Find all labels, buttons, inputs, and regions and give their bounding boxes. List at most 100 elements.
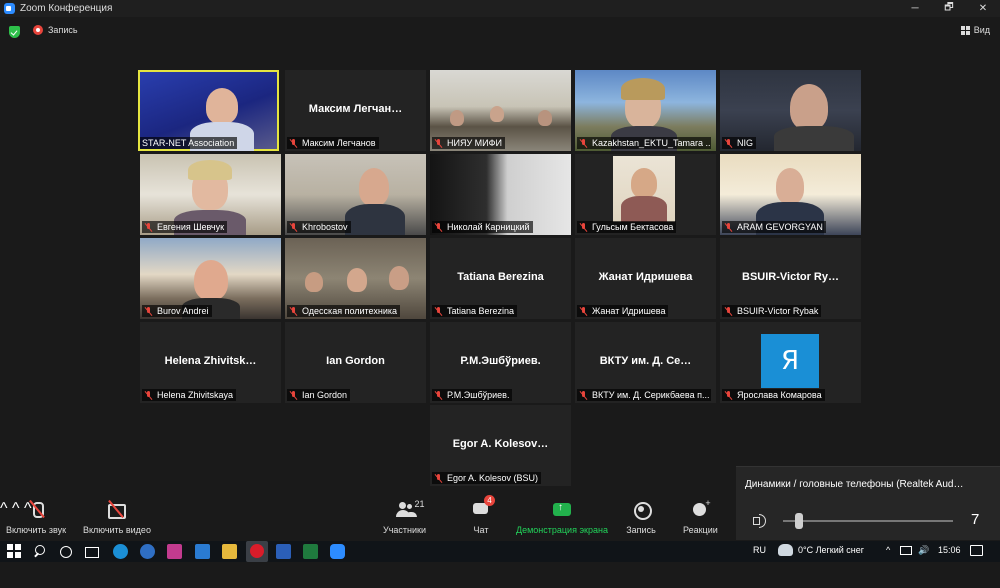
video-tile-niyau[interactable]: НИЯУ МИФИ	[430, 70, 571, 151]
notifications-icon[interactable]	[970, 545, 983, 556]
video-tile-maksim[interactable]: Максим Легчан… Максим Легчанов	[285, 70, 426, 151]
cortana-icon[interactable]	[58, 544, 73, 559]
mic-muted-icon	[434, 138, 443, 148]
video-tile-kazakhstan[interactable]: Kazakhstan_EKTU_Tamara ...	[575, 70, 716, 151]
mic-muted-icon	[289, 306, 298, 316]
share-screen-button[interactable]: Демонстрация экрана	[516, 500, 608, 535]
video-tile-zhivitskaya[interactable]: Helena Zhivitsk… Helena Zhivitskaya	[140, 322, 281, 403]
chat-unread-badge: 4	[484, 495, 495, 506]
record-button[interactable]: Запись	[626, 500, 656, 535]
unmute-button[interactable]: Включить звук	[6, 500, 66, 535]
security-shield-icon[interactable]	[9, 26, 20, 38]
tile-name-label: Kazakhstan_EKTU_Tamara ...	[577, 137, 711, 149]
input-language-indicator[interactable]: RU	[753, 545, 766, 555]
chat-button[interactable]: 4 Чат	[466, 495, 496, 535]
participant-face	[790, 84, 828, 130]
audio-device-name[interactable]: Динамики / головные телефоны (Realtek Au…	[745, 479, 963, 490]
recording-indicator[interactable]: Запись	[33, 25, 78, 35]
video-tile-burov[interactable]: Burov Andrei	[140, 238, 281, 319]
video-tile-komarova[interactable]: Я Ярослава Комарова	[720, 322, 861, 403]
video-tile-aram[interactable]: ARAM GEVORGYAN	[720, 154, 861, 235]
tile-name-label: Р.М.Эшбўриев.	[432, 389, 513, 401]
participants-count: 21	[414, 499, 425, 509]
weather-text[interactable]: 0°C Легкий снег	[798, 545, 864, 555]
video-tile-idrisheva[interactable]: Жанат Идришева Жанат Идришева	[575, 238, 716, 319]
volume-icon[interactable]: 🔊	[918, 545, 929, 556]
video-tile-khrobostov[interactable]: Khrobostov	[285, 154, 426, 235]
participant-face	[359, 168, 389, 206]
minimize-button[interactable]: ─	[898, 0, 932, 17]
tile-big-name: Egor A. Kolesov…	[452, 438, 549, 450]
tile-name-label: STAR-NET Association	[140, 137, 238, 149]
tray-overflow-chevron-icon[interactable]: ^	[886, 545, 890, 555]
participants-button[interactable]: 21 Участники	[383, 499, 426, 535]
start-video-button[interactable]: Включить видео	[83, 500, 151, 535]
video-tile-bektasova[interactable]: Гульсым Бектасова	[575, 154, 716, 235]
video-tile-star-net[interactable]: STAR-NET Association	[138, 70, 279, 151]
mic-muted-icon	[434, 222, 443, 232]
tile-name-label: ARAM GEVORGYAN	[722, 221, 826, 233]
mic-muted-icon	[724, 306, 733, 316]
view-label: Вид	[973, 25, 990, 35]
edge-browser-icon[interactable]	[113, 544, 128, 559]
video-tile-nig[interactable]: NIG	[720, 70, 861, 151]
mic-muted-icon	[434, 473, 443, 483]
participant-face	[631, 168, 657, 198]
camera-off-icon	[102, 500, 132, 520]
tile-name-label: Tatiana Berezina	[432, 305, 518, 317]
video-tile-eshburiev[interactable]: Р.М.Эшбўриев. Р.М.Эшбўриев.	[430, 322, 571, 403]
mic-muted-icon	[579, 306, 588, 316]
close-button[interactable]: ✕	[966, 0, 1000, 17]
internet-explorer-icon[interactable]	[140, 544, 155, 559]
unmute-label: Включить звук	[6, 525, 67, 535]
view-button[interactable]: Вид	[960, 25, 990, 35]
participant-body	[774, 126, 854, 151]
tile-name-label: Khrobostov	[287, 221, 351, 233]
search-icon[interactable]	[33, 544, 48, 559]
participant-face	[490, 106, 504, 122]
reactions-button[interactable]: Реакции	[683, 498, 718, 535]
mic-muted-icon	[724, 222, 733, 232]
share-screen-icon	[547, 500, 577, 520]
tile-name-label: Одесская политехника	[287, 305, 401, 317]
tile-big-name: Ian Gordon	[326, 355, 385, 367]
mic-muted-icon	[579, 138, 588, 148]
recording-label: Запись	[48, 25, 78, 35]
record-label: Запись	[626, 525, 656, 535]
video-tile-shevchuk[interactable]: Евгения Шевчук	[140, 154, 281, 235]
maximize-button[interactable]: 🗗	[932, 0, 966, 17]
participants-icon: 21	[390, 499, 425, 520]
video-tile-gordon[interactable]: Ian Gordon Ian Gordon	[285, 322, 426, 403]
chat-icon: 4	[466, 495, 496, 520]
start-windows-icon[interactable]	[7, 544, 22, 559]
weather-cloud-icon[interactable]	[778, 544, 793, 556]
opera-browser-taskbar-item[interactable]	[246, 541, 268, 562]
avatar: Я	[761, 334, 819, 388]
window-controls: ─ 🗗 ✕	[898, 0, 1000, 17]
file-explorer-icon[interactable]	[222, 544, 237, 559]
tile-name-label: Гульсым Бектасова	[577, 221, 677, 233]
video-tile-berezina[interactable]: Tatiana Berezina Tatiana Berezina	[430, 238, 571, 319]
mic-muted-icon	[144, 306, 153, 316]
video-tile-karnitsky[interactable]: Николай Карницкий	[430, 154, 571, 235]
network-icon[interactable]	[900, 546, 912, 555]
video-tile-bsuir[interactable]: BSUIR-Victor Ry… BSUIR-Victor Rybak	[720, 238, 861, 319]
store-icon[interactable]	[167, 544, 182, 559]
video-tile-vktu[interactable]: ВКТУ им. Д. Се… ВКТУ им. Д. Серикбаева п…	[575, 322, 716, 403]
excel-icon[interactable]	[303, 544, 318, 559]
video-tile-odessa[interactable]: Одесская политехника	[285, 238, 426, 319]
participant-face	[538, 110, 552, 126]
mic-muted-icon	[289, 138, 298, 148]
title-bar: Zoom Конференция ─ 🗗 ✕	[0, 0, 1000, 17]
mail-icon[interactable]	[195, 544, 210, 559]
task-view-icon[interactable]	[84, 544, 99, 559]
clock[interactable]: 15:06	[938, 545, 961, 555]
word-icon[interactable]	[276, 544, 291, 559]
tile-name-label: ВКТУ им. Д. Серикбаева п...	[577, 389, 711, 401]
video-tile-kolesov[interactable]: Egor A. Kolesov… Egor A. Kolesov (BSU)	[430, 405, 571, 486]
mic-muted-icon	[289, 222, 298, 232]
tile-name-label: Жанат Идришева	[577, 305, 669, 317]
zoom-taskbar-icon[interactable]	[330, 544, 345, 559]
start-video-label: Включить видео	[83, 525, 151, 535]
participant-face	[347, 268, 367, 292]
